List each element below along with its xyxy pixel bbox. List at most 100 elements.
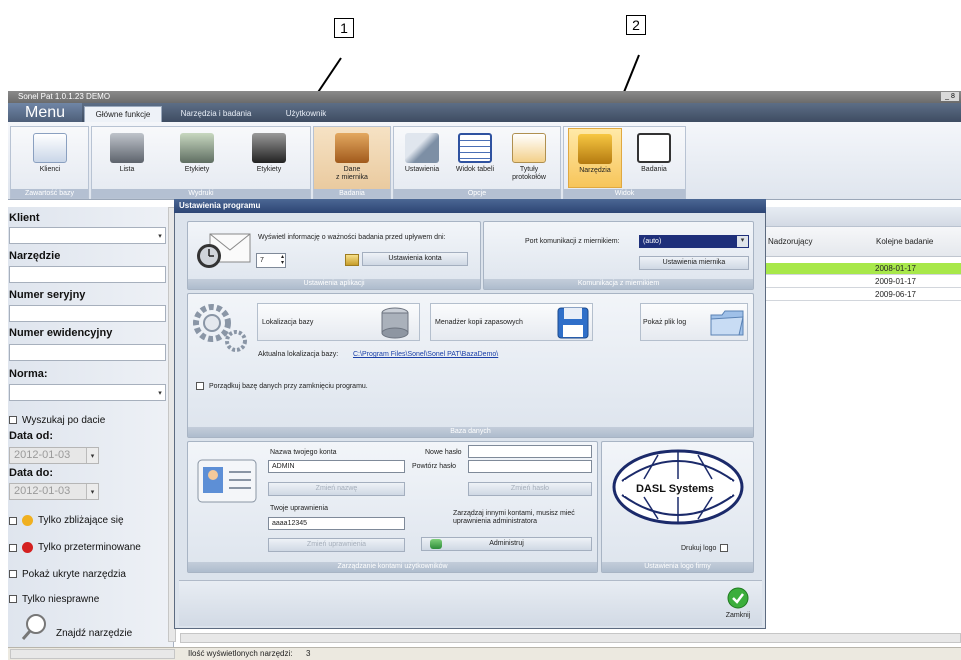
tool-label: Narzędzie [9,250,61,262]
database-cylinder-icon [381,307,409,339]
date-to-picker[interactable]: 2012-01-03 ▾ [9,483,99,500]
green-check-icon [727,587,749,609]
column-header-supervisor[interactable]: Nadzorujący [762,227,864,257]
inventory-input[interactable] [9,344,166,361]
only-overdue-checkbox[interactable]: Tylko przeterminowane [9,542,141,553]
tests-view-button[interactable]: Badania [627,128,681,188]
permissions-input[interactable]: aaaa12345 [268,517,405,530]
chevron-down-icon: ▾ [158,390,162,397]
table-view-button[interactable]: Widok tabeli [450,128,500,188]
dialog-footer [179,580,762,626]
change-name-button[interactable]: Zmień nazwę [268,482,405,496]
chevron-down-icon: ▾ [158,233,162,240]
column-header-next-test[interactable]: Kolejne badanie [864,227,961,257]
protocol-titles-button[interactable]: Tytuły protokołów [503,128,555,188]
admin-note: Zarządzaj innymi kontami, musisz mieć up… [453,510,575,525]
clock-yellow-icon [22,515,33,526]
date-from-picker[interactable]: 2012-01-03 ▾ [9,447,99,464]
label-printer-dark-icon [252,133,286,163]
account-settings-button[interactable]: Ustawienia konta [362,252,468,266]
date-to-label: Data do: [9,467,53,479]
port-label: Port komunikacji z miernikiem: [525,238,620,245]
envelope-clock-icon [197,233,251,268]
table-row[interactable]: 2009-06-17 [762,289,961,301]
show-log-button[interactable]: Pokaż plik log [640,303,748,341]
only-faulty-checkbox[interactable]: Tylko niesprawne [9,594,99,605]
tab-main-functions[interactable]: Główne funkcje [84,106,162,122]
drill-icon [578,134,612,164]
current-location-link[interactable]: C:\Program Files\Sonel\Sonel PAT\BazaDem… [353,351,498,358]
port-select[interactable]: (auto) ▾ [639,235,749,248]
status-count-value: 3 [306,649,311,658]
serial-input[interactable] [9,305,166,322]
serial-label: Numer seryjny [9,289,86,301]
cleanup-db-checkbox[interactable]: Porządkuj bazę danych przy zamknięciu pr… [196,382,368,390]
repeat-password-label: Powtórz hasło [412,463,456,470]
clients-card-icon [33,133,67,163]
meter-settings-button[interactable]: Ustawienia miernika [639,256,749,270]
clients-button[interactable]: Klienci [20,128,80,188]
grid-horizontal-scrollbar[interactable] [180,633,961,643]
tab-tools-and-tests[interactable]: Narzędzia i badania [168,106,264,122]
logo-text: DASL Systems [635,483,715,495]
repeat-password-input[interactable] [468,460,592,473]
left-horizontal-scrollbar[interactable] [10,649,175,659]
norm-label: Norma: [9,368,48,380]
list-print-button[interactable]: Lista [98,128,156,188]
find-tool-button[interactable]: Znajdź narzędzie [20,612,170,642]
user-card-icon [197,459,257,503]
labels-print-button[interactable]: Etykiety [168,128,226,188]
show-hidden-checkbox[interactable]: Pokaż ukryte narzędzia [9,569,126,580]
status-count-label: Ilość wyświetlonych narzędzi: [188,649,293,658]
window-controls[interactable]: _ 8 [941,92,959,101]
backup-manager-button[interactable]: Menadżer kopii zapasowych [430,303,593,341]
grid-group-header [762,207,961,227]
close-button[interactable]: Zamknij [718,585,758,623]
users-admin-icon [430,539,442,549]
calendar-dropdown-icon[interactable]: ▾ [86,484,98,499]
days-spinner[interactable]: 7 ▴ ▾ [256,253,286,268]
new-password-input[interactable] [468,445,592,458]
status-bar: Ilość wyświetlonych narzędzi: 3 [8,647,961,660]
change-password-button[interactable]: Zmień hasło [468,482,592,496]
checkbox-box[interactable] [9,416,17,425]
account-envelope-icon [345,254,359,266]
norm-select[interactable]: ▾ [9,384,166,401]
clock-red-icon [22,542,33,553]
meter-case-icon [335,133,369,163]
folder-icon [710,310,744,336]
administer-button[interactable]: Administruj [421,537,592,551]
window-title: Sonel Pat 1.0.1.23 DEMO [18,92,111,101]
settings-button[interactable]: Ustawienia [397,128,447,188]
chevron-down-icon[interactable]: ▾ [737,236,748,247]
table-row[interactable]: 2008-01-17 [762,263,961,275]
magnifier-icon [21,614,46,640]
spinner-arrows-icon[interactable]: ▴ ▾ [281,254,284,266]
tools-view-button[interactable]: Narzędzia [568,128,622,188]
search-by-date-checkbox[interactable]: Wyszukaj po dacie [9,415,105,426]
calendar-dropdown-icon[interactable]: ▾ [86,448,98,463]
account-name-input[interactable]: ADMIN [268,460,405,473]
labels-print-button-2[interactable]: Etykiety [240,128,298,188]
document-icon [512,133,546,163]
table-row[interactable]: 2009-01-17 [762,276,961,288]
tool-input[interactable] [9,266,166,283]
menu-button[interactable]: Menu [8,103,82,122]
only-upcoming-checkbox[interactable]: Tylko zbliżające się [9,515,124,526]
validity-info-label: Wyświetl informację o ważności badania p… [258,234,446,241]
tab-user[interactable]: Użytkownik [266,106,346,122]
print-logo-checkbox[interactable]: Drukuj logo [681,544,729,552]
client-select[interactable]: ▾ [9,227,166,244]
change-permissions-button[interactable]: Zmień uprawnienia [268,538,405,552]
client-label: Klient [9,212,40,224]
gears-icon [193,304,247,352]
printer-icon [110,133,144,163]
meter-data-button[interactable]: Dane z miernika [322,128,382,188]
tools-icon [405,133,439,163]
account-name-label: Nazwa twojego konta [270,449,337,456]
date-from-label: Data od: [9,430,53,442]
inventory-label: Numer ewidencyjny [9,327,113,339]
db-location-button[interactable]: Lokalizacja bazy [257,303,420,341]
current-location-label: Aktualna lokalizacja bazy: [258,351,339,358]
new-password-label: Nowe hasło [425,449,462,456]
